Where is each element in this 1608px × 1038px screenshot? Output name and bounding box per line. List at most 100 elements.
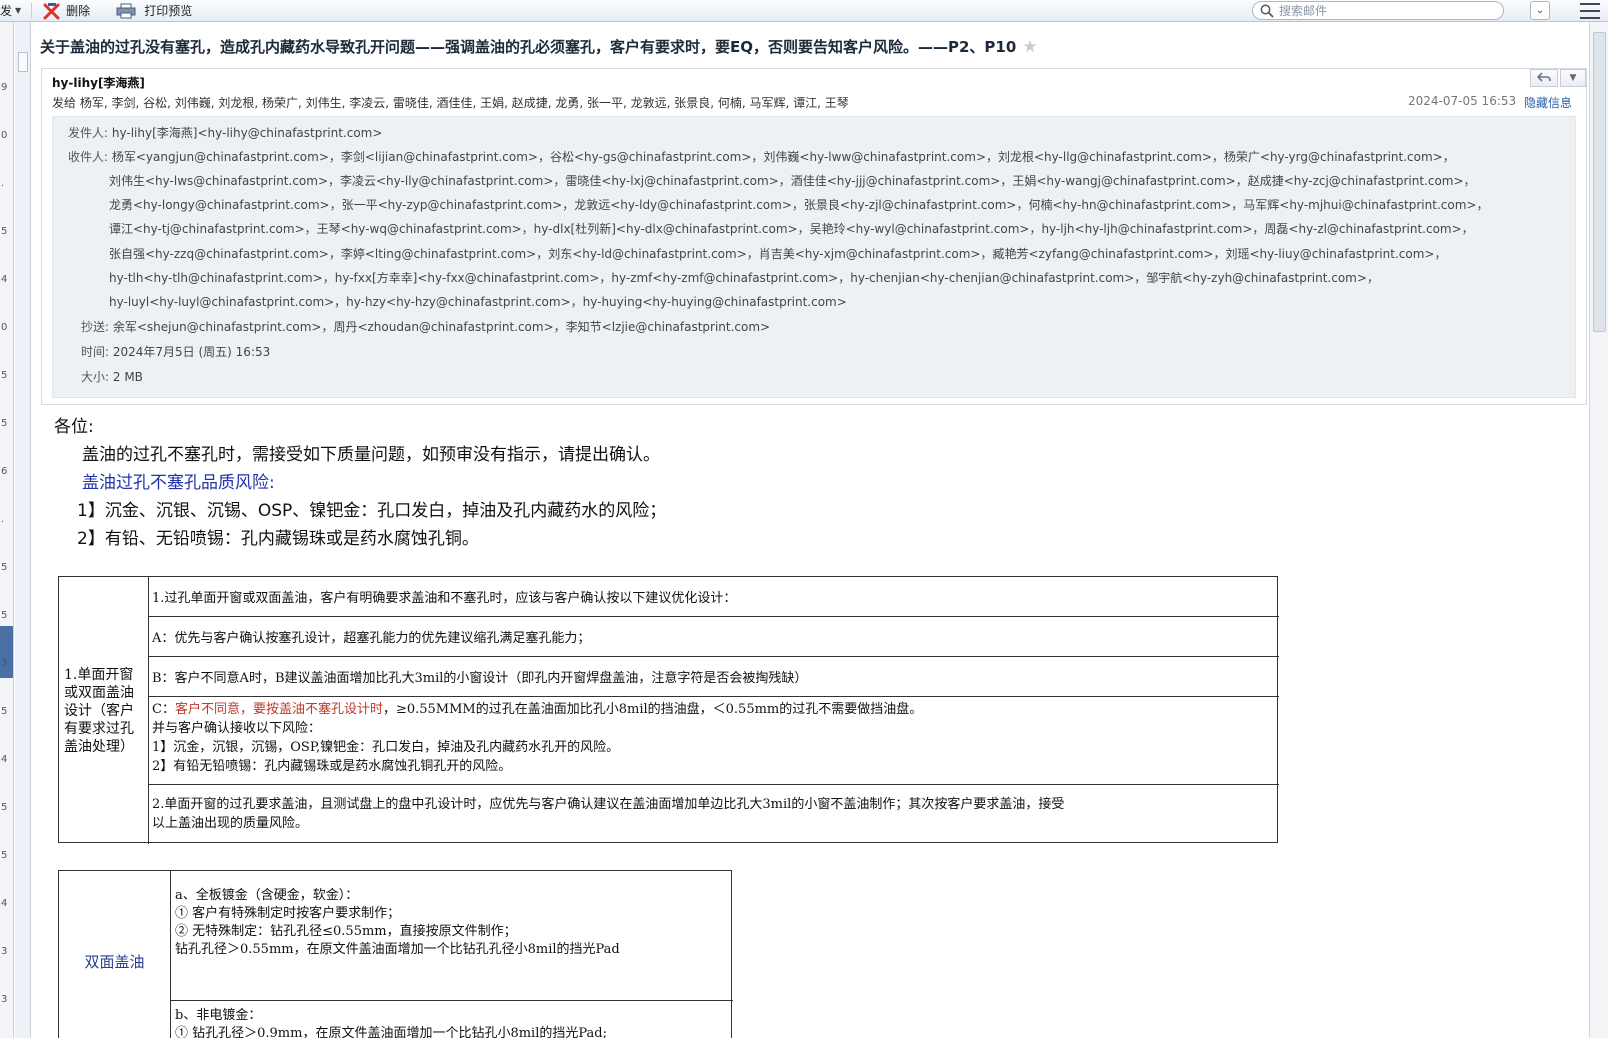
- table-cell-text: ，≥0.55MMM的过孔在盖油面加比孔小8mil的挡油盘，＜0.55mm的过孔不…: [382, 702, 923, 717]
- mail-list-fragment[interactable]: 3: [0, 658, 13, 669]
- mail-list-fragment[interactable]: 5: [0, 850, 13, 861]
- table-row: 2.单面开窗的过孔要求盖油，且测试盘上的盘中孔设计时，应优先与客户确认建议在盖油…: [149, 785, 1279, 844]
- to-line[interactable]: 刘伟生<hy-lws@chinafastprint.com>，李凌云<hy-ll…: [109, 172, 1476, 189]
- scrollbar-thumb[interactable]: [18, 52, 28, 72]
- highlight-text: 客户不同意，要按盖油不塞孔设计时: [174, 702, 383, 717]
- cc-label: 抄送:: [81, 320, 110, 334]
- time-label: 时间:: [81, 345, 110, 359]
- table-cell-text: ② 无特殊制定：钻孔孔径≤0.55mm，直接按原文件制作；: [175, 924, 517, 939]
- mail-details-panel: 发件人: hy-lihy[李海燕]<hy-lihy@chinafastprint…: [52, 116, 1576, 398]
- search-placeholder: 搜索邮件: [1279, 4, 1328, 18]
- table-category-cell: 双面盖油: [59, 871, 171, 1038]
- size-row: 大小: 2 MB: [81, 368, 143, 385]
- to-line[interactable]: 杨军<yangjun@chinafastprint.com>，李剑<lijian…: [112, 150, 1455, 164]
- reply-menu-button[interactable]: 发 ▼: [0, 0, 27, 22]
- cc-row: 抄送: 余军<shejun@chinafastprint.com>，周丹<zho…: [81, 318, 770, 335]
- mail-toolbar: 发 ▼ 删除 打印预览 搜索邮件 ⌄: [0, 0, 1608, 22]
- printer-icon: [116, 3, 136, 19]
- to-line[interactable]: 龙勇<hy-longy@chinafastprint.com>，张一平<hy-z…: [109, 196, 1488, 213]
- mail-datetime: 2024-07-05 16:53: [1408, 94, 1517, 108]
- table-row: B：客户不同意A时，B建议盖油面增加比孔大3mil的小窗设计（即孔内开窗焊盘盖油…: [149, 657, 1279, 697]
- table-cell-text: C：: [152, 702, 175, 717]
- cc-value[interactable]: 余军<shejun@chinafastprint.com>，周丹<zhoudan…: [113, 320, 770, 334]
- delete-button[interactable]: 删除: [36, 0, 96, 22]
- mail-list-fragment[interactable]: 5: [0, 418, 13, 429]
- design-guideline-table: 1.单面开窗或双面盖油设计（客户有要求过孔盖油处理） 1.过孔单面开窗或双面盖油…: [58, 576, 1279, 844]
- table-cell-text: ① 钻孔孔径＞0.9mm，在原文件盖油面增加一个比钻孔小8mil的挡光Pad;: [175, 1026, 607, 1038]
- table-cell-text: b、非电镀金：: [175, 1008, 262, 1023]
- table-row: C：客户不同意，要按盖油不塞孔设计时，≥0.55MMM的过孔在盖油面加比孔小8m…: [149, 697, 1279, 785]
- to-row: 收件人: 杨军<yangjun@chinafastprint.com>，李剑<l…: [68, 148, 1455, 165]
- recipients-summary: 发给 杨军, 李剑, 谷松, 刘伟巍, 刘龙根, 杨荣广, 刘伟生, 李凌云, …: [52, 96, 849, 110]
- more-actions-button[interactable]: ▼: [1560, 69, 1586, 87]
- mail-list-fragment[interactable]: 0: [0, 322, 13, 333]
- mail-list-fragment[interactable]: 4: [0, 274, 13, 285]
- table-cell-text: B：客户不同意A时，B建议盖油面增加比孔大3mil的小窗设计（即孔内开窗焊盘盖油…: [152, 671, 808, 686]
- mail-list-scrollbar[interactable]: [15, 22, 31, 1038]
- time-value: 2024年7月5日 (周五) 16:53: [112, 345, 271, 359]
- mail-header: hy-lihy[李海燕] 发给 杨军, 李剑, 谷松, 刘伟巍, 刘龙根, 杨荣…: [41, 68, 1587, 405]
- double-chevron-down-icon: ⌄: [1535, 5, 1545, 16]
- chevron-down-icon: ▼: [15, 6, 22, 15]
- table-cell-text: 1】沉金，沉银，沉锡，OSP,镍钯金：孔口发白，掉油及孔内藏药水孔开的风险。: [152, 740, 620, 755]
- reply-button[interactable]: [1530, 69, 1558, 87]
- body-line: 盖油的过孔不塞孔时，需接受如下质量问题，如预审没有指示，请提出确认。: [82, 445, 660, 465]
- risk-title: 盖油过孔不塞孔品质风险:: [82, 473, 275, 493]
- size-value: 2 MB: [112, 370, 143, 384]
- reply-icon: [1536, 71, 1551, 85]
- hide-info-link[interactable]: 隐藏信息: [1524, 94, 1572, 111]
- from-label: 发件人:: [68, 126, 109, 140]
- mail-list-fragment[interactable]: 5: [0, 226, 13, 237]
- to-label: 收件人:: [68, 150, 109, 164]
- chevron-down-icon: ▼: [1569, 73, 1577, 83]
- star-icon[interactable]: ★: [1022, 37, 1037, 57]
- size-label: 大小:: [81, 370, 110, 384]
- to-line[interactable]: hy-tlh<hy-tlh@chinafastprint.com>，hy-fxx…: [109, 269, 1379, 286]
- mail-list-fragment[interactable]: .: [0, 514, 13, 525]
- toolbar-divider: [31, 2, 33, 19]
- mail-client-window: 发 ▼ 删除 打印预览 搜索邮件 ⌄ 9 0 . 5 4 0 5 5 6 . 5…: [0, 0, 1608, 1038]
- mail-subject-text: 关于盖油的过孔没有塞孔，造成孔内藏药水导致孔开问题——强调盖油的孔必须塞孔，客户…: [40, 38, 1017, 56]
- table-cell-text: A：优先与客户确认按塞孔设计，超塞孔能力的优先建议缩孔满足塞孔能力；: [152, 631, 591, 646]
- menu-icon[interactable]: [1580, 3, 1600, 19]
- sender-name[interactable]: hy-lihy[李海燕]: [52, 74, 145, 91]
- risk-item: 2】有铅、无铅喷锡：孔内藏锡珠或是药水腐蚀孔铜。: [77, 529, 479, 549]
- table-cell-text: 并与客户确认接收以下风险：: [152, 721, 322, 736]
- mail-list-fragment[interactable]: 5: [0, 706, 13, 717]
- risk-item: 1】沉金、沉银、沉锡、OSP、镍钯金：孔口发白，掉油及孔内藏药水的风险；: [77, 501, 667, 521]
- mail-list-fragment[interactable]: 5: [0, 610, 13, 621]
- mail-list-fragment[interactable]: 4: [0, 754, 13, 765]
- mail-list-fragment[interactable]: 3: [0, 994, 13, 1005]
- to-line[interactable]: 谭江<hy-tj@chinafastprint.com>，王琴<hy-wq@ch…: [109, 220, 1474, 237]
- mail-list-fragment[interactable]: 4: [0, 898, 13, 909]
- mail-list-fragment[interactable]: 0: [0, 130, 13, 141]
- mail-list-fragment[interactable]: .: [0, 178, 13, 189]
- table-cell-text: 2】有铅无铅喷锡：孔内藏锡珠或是药水腐蚀孔铜孔开的风险。: [152, 759, 512, 774]
- mail-list-fragment[interactable]: 5: [0, 562, 13, 573]
- from-value[interactable]: hy-lihy[李海燕]<hy-lihy@chinafastprint.com>: [112, 126, 383, 140]
- mail-list-fragment[interactable]: 3: [0, 946, 13, 957]
- table-cell-text: ① 客户有特殊制定时按客户要求制作；: [175, 906, 401, 921]
- table-row: 1.过孔单面开窗或双面盖油，客户有明确要求盖油和不塞孔时，应该与客户确认按以下建…: [149, 577, 1279, 617]
- scrollbar-thumb[interactable]: [1593, 32, 1606, 332]
- table-row: a、全板镀金（含硬金，软金）： ① 客户有特殊制定时按客户要求制作； ② 无特殊…: [171, 887, 733, 1001]
- reading-pane-scrollbar[interactable]: [1589, 22, 1608, 1038]
- to-line[interactable]: 张自强<hy-zzq@chinafastprint.com>，李婷<lting@…: [109, 245, 1446, 262]
- table-cell-text: 1.过孔单面开窗或双面盖油，客户有明确要求盖油和不塞孔时，应该与客户确认按以下建…: [152, 591, 737, 606]
- search-options-dropdown[interactable]: ⌄: [1530, 1, 1550, 20]
- mail-list-fragment[interactable]: 5: [0, 370, 13, 381]
- search-input[interactable]: 搜索邮件: [1252, 1, 1504, 20]
- table-row: A：优先与客户确认按塞孔设计，超塞孔能力的优先建议缩孔满足塞孔能力；: [149, 617, 1279, 657]
- print-preview-button[interactable]: 打印预览: [110, 0, 198, 22]
- mail-list-fragment[interactable]: 9: [0, 82, 13, 93]
- search-icon: [1260, 4, 1274, 21]
- reply-label: 发: [0, 4, 13, 18]
- table-cell-text: a、全板镀金（含硬金，软金）：: [175, 888, 359, 903]
- to-line[interactable]: hy-luyl<hy-luyl@chinafastprint.com>，hy-h…: [109, 293, 847, 310]
- mail-list-fragment[interactable]: 6: [0, 466, 13, 477]
- mail-list-edge[interactable]: 90.540556.55354554333: [0, 22, 14, 1038]
- table-cell-text: 2.单面开窗的过孔要求盖油，且测试盘上的盘中孔设计时，应优先与客户确认建议在盖油…: [152, 797, 1065, 812]
- table-cell-text: 以上盖油出现的质量风险。: [152, 816, 309, 831]
- time-row: 时间: 2024年7月5日 (周五) 16:53: [81, 343, 270, 360]
- mail-list-fragment[interactable]: 5: [0, 802, 13, 813]
